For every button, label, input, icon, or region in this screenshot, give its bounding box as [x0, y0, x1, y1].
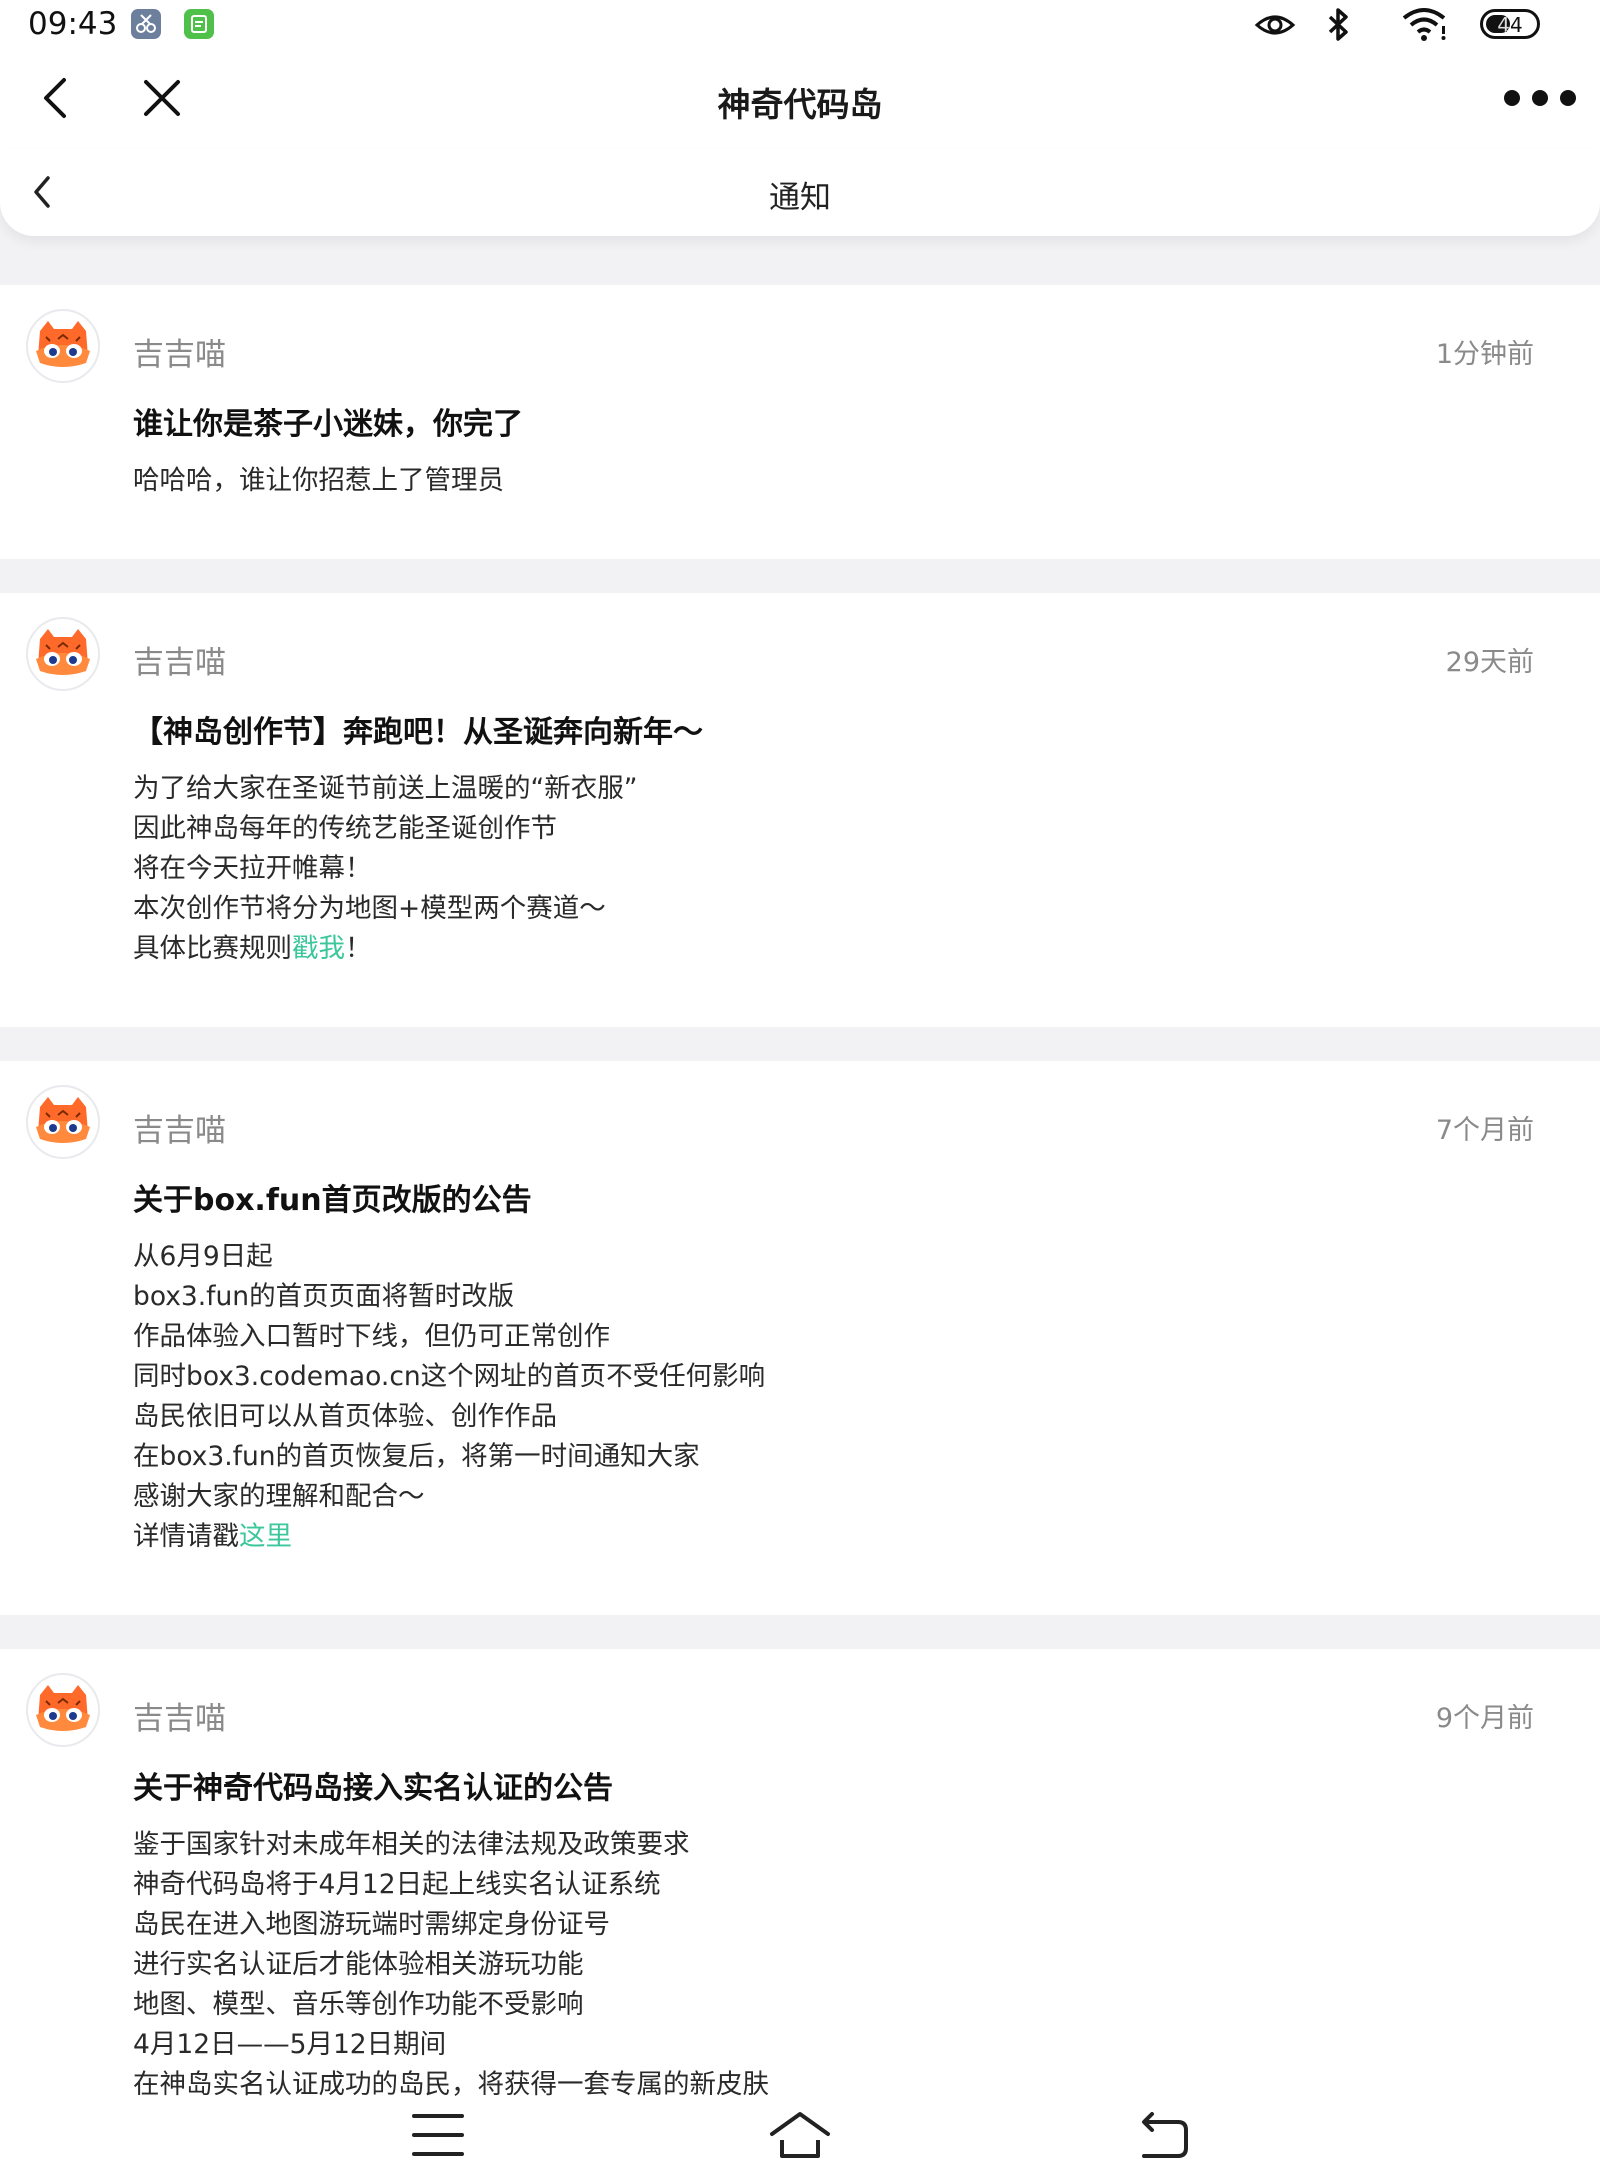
battery-level: 44: [1497, 13, 1523, 37]
notification-time: 1分钟前: [1435, 339, 1534, 370]
notification-title: 谁让你是茶子小迷妹，你完了: [133, 407, 523, 442]
notification-body-line: 哈哈哈，谁让你招惹上了管理员: [133, 465, 504, 496]
back-icon: [1142, 2112, 1188, 2158]
notification-card[interactable]: 吉吉喵 7个月前关于box.fun首页改版的公告从6月9日起 box3.fun的首页…: [0, 1061, 1600, 1615]
notification-body-line: 4月12日——5月12日期间: [133, 2029, 447, 2060]
notification-body-line: 在神岛实名认证成功的岛民，将获得一套专属的新皮肤: [133, 2069, 769, 2096]
section-title: 通知: [769, 180, 831, 216]
green-app-icon: [184, 9, 214, 39]
menu-icon: [412, 2114, 464, 2156]
notification-title: 关于box.fun首页改版的公告: [133, 1183, 532, 1218]
notification-sender: 吉吉喵: [133, 1113, 226, 1149]
notification-body-line: 作品体验入口暂时下线，但仍可正常创作: [133, 1321, 610, 1352]
status-time: 09:43: [28, 6, 118, 42]
notification-body-line: 为了给大家在圣诞节前送上温暖的“新衣服”: [133, 773, 638, 804]
more-button[interactable]: [1500, 86, 1580, 114]
page-title: 神奇代码岛: [717, 85, 883, 124]
notification-body-line: 岛民依旧可以从首页体验、创作作品: [133, 1401, 557, 1432]
notification-time: 29天前: [1445, 647, 1534, 678]
more-dots-icon: [1504, 90, 1576, 106]
bluetooth-icon: [1325, 6, 1353, 48]
avatar: [26, 1085, 100, 1159]
notification-sender: 吉吉喵: [133, 645, 226, 681]
notification-card[interactable]: 吉吉喵 1分钟前谁让你是茶子小迷妹，你完了哈哈哈，谁让你招惹上了管理员: [0, 285, 1600, 559]
notification-body-line: 在box3.fun的首页恢复后，将第一时间通知大家: [133, 1441, 700, 1472]
notification-body: 为了给大家在圣诞节前送上温暖的“新衣服” 因此神岛每年的传统艺能圣诞创作节 将在今天…: [133, 769, 637, 969]
body-text: 具体比赛规则: [133, 933, 292, 964]
body-link[interactable]: 这里: [239, 1521, 292, 1552]
notification-title: 【神岛创作节】奔跑吧！从圣诞奔向新年～: [133, 715, 703, 750]
notification-body-line: 本次创作节将分为地图+模型两个赛道～: [133, 893, 606, 924]
menu-button[interactable]: [412, 2112, 464, 2162]
system-back-button[interactable]: [1134, 2112, 1190, 2164]
notification-body: 哈哈哈，谁让你招惹上了管理员: [133, 461, 504, 501]
body-link[interactable]: 戳我: [292, 933, 345, 964]
status-bar: [0, 0, 1600, 56]
avatar: [26, 309, 100, 383]
eye-icon: [1254, 10, 1296, 44]
avatar: [26, 617, 100, 691]
notification-body-line: 将在今天拉开帷幕！: [133, 853, 372, 884]
notification-title: 关于神奇代码岛接入实名认证的公告: [133, 1771, 613, 1806]
notification-sender: 吉吉喵: [133, 1701, 226, 1737]
notification-body-line: 同时box3.codemao.cn这个网址的首页不受任何影响: [133, 1361, 766, 1392]
body-text: 详情请戳: [133, 1521, 239, 1552]
notification-time: 9个月前: [1435, 1703, 1534, 1734]
home-icon: [770, 2112, 830, 2158]
notification-body-line: 感谢大家的理解和配合～: [133, 1481, 425, 1512]
notification-body-line: 神奇代码岛将于4月12日起上线实名认证系统: [133, 1869, 661, 1900]
notification-body-line: 因此神岛每年的传统艺能圣诞创作节: [133, 813, 557, 844]
notification-card[interactable]: 吉吉喵 29天前【神岛创作节】奔跑吧！从圣诞奔向新年～ 为了给大家在圣诞节前送上温暖…: [0, 593, 1600, 1027]
notification-card[interactable]: 吉吉喵 9个月前关于神奇代码岛接入实名认证的公告鉴于国家针对未成年相关的法律法规及…: [0, 1649, 1600, 2096]
wifi-icon: [1400, 6, 1450, 46]
scissors-app-icon: [131, 9, 161, 39]
notification-time: 7个月前: [1435, 1115, 1534, 1146]
notification-body-line: box3.fun的首页页面将暂时改版: [133, 1281, 515, 1312]
notification-body-line: 具体比赛规则戳我！: [133, 929, 637, 969]
notification-body: 从6月9日起 box3.fun的首页页面将暂时改版作品体验入口暂时下线，但仍可正常…: [133, 1237, 765, 1557]
avatar: [26, 1673, 100, 1747]
notification-body-line: 从6月9日起: [133, 1241, 273, 1272]
notification-body: 鉴于国家针对未成年相关的法律法规及政策要求 神奇代码岛将于4月12日起上线实名认证…: [133, 1825, 769, 2096]
notification-body-line: 鉴于国家针对未成年相关的法律法规及政策要求: [133, 1829, 690, 1860]
notification-body-line: 详情请戳这里: [133, 1517, 765, 1557]
notification-sender: 吉吉喵: [133, 337, 226, 373]
body-text: ！: [345, 933, 372, 964]
notification-body-line: 岛民在进入地图游玩端时需绑定身份证号: [133, 1909, 610, 1940]
battery-icon: 44: [1480, 9, 1540, 39]
home-button[interactable]: [768, 2110, 832, 2164]
notification-body-line: 地图、模型、音乐等创作功能不受影响: [133, 1989, 584, 2020]
notification-body-line: 进行实名认证后才能体验相关游玩功能: [133, 1949, 584, 1980]
